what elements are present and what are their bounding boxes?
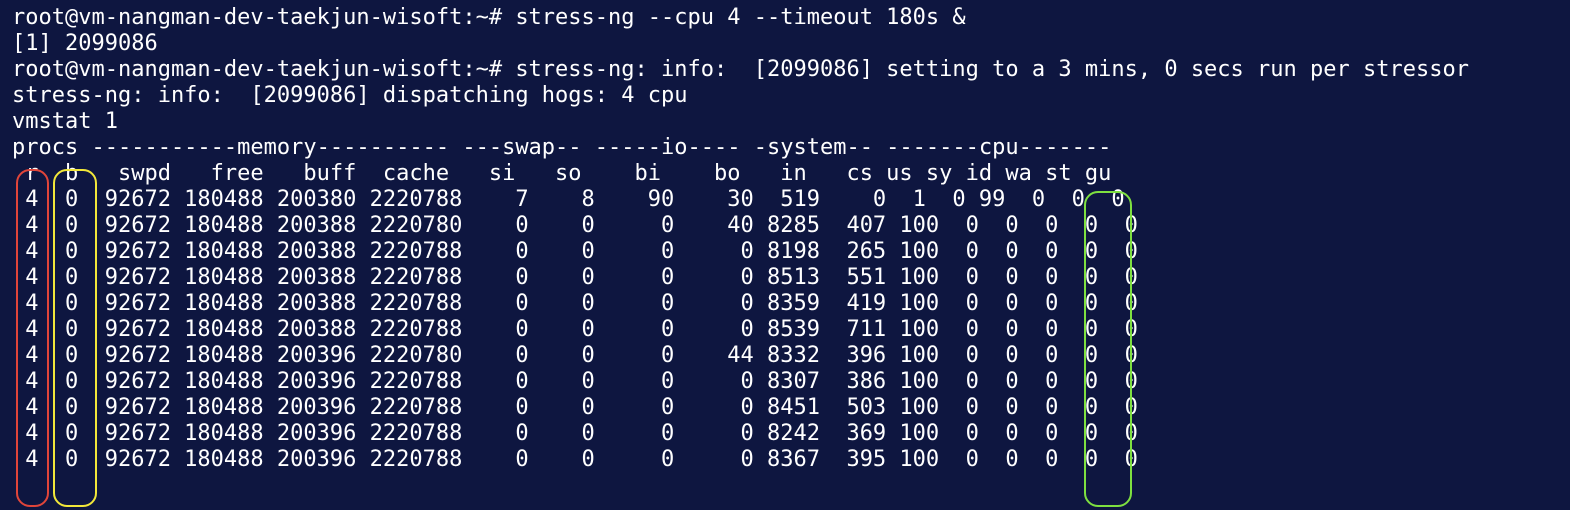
vmstat-row: 4 0 92672 180488 200388 2220788 0 0 0 0 … bbox=[12, 239, 1138, 264]
vmstat-column-header: r b swpd free buff cache si so bi bo in … bbox=[12, 161, 1112, 186]
terminal-line-command-stress: root@vm-nangman-dev-taekjun-wisoft:~# st… bbox=[12, 5, 966, 30]
terminal-window[interactable]: root@vm-nangman-dev-taekjun-wisoft:~# st… bbox=[0, 0, 1570, 510]
vmstat-row: 4 0 92672 180488 200396 2220788 0 0 0 0 … bbox=[12, 447, 1138, 472]
terminal-line-info-setting: root@vm-nangman-dev-taekjun-wisoft:~# st… bbox=[12, 57, 1469, 82]
vmstat-row: 4 0 92672 180488 200396 2220788 0 0 0 0 … bbox=[12, 421, 1138, 446]
terminal-line-command-vmstat: vmstat 1 bbox=[12, 109, 118, 134]
vmstat-group-header: procs -----------memory---------- ---swa… bbox=[12, 135, 1112, 160]
vmstat-row: 4 0 92672 180488 200396 2220780 0 0 0 44… bbox=[12, 343, 1138, 368]
vmstat-row: 4 0 92672 180488 200396 2220788 0 0 0 0 … bbox=[12, 395, 1138, 420]
vmstat-row: 4 0 92672 180488 200388 2220780 0 0 0 40… bbox=[12, 213, 1138, 238]
vmstat-row: 4 0 92672 180488 200396 2220788 0 0 0 0 … bbox=[12, 369, 1138, 394]
terminal-line-info-dispatching: stress-ng: info: [2099086] dispatching h… bbox=[12, 83, 688, 108]
terminal-line-job-id: [1] 2099086 bbox=[12, 31, 158, 56]
vmstat-row: 4 0 92672 180488 200388 2220788 0 0 0 0 … bbox=[12, 265, 1138, 290]
vmstat-row: 4 0 92672 180488 200380 2220788 7 8 90 3… bbox=[12, 187, 1125, 212]
vmstat-row: 4 0 92672 180488 200388 2220788 0 0 0 0 … bbox=[12, 317, 1138, 342]
vmstat-row: 4 0 92672 180488 200388 2220788 0 0 0 0 … bbox=[12, 291, 1138, 316]
